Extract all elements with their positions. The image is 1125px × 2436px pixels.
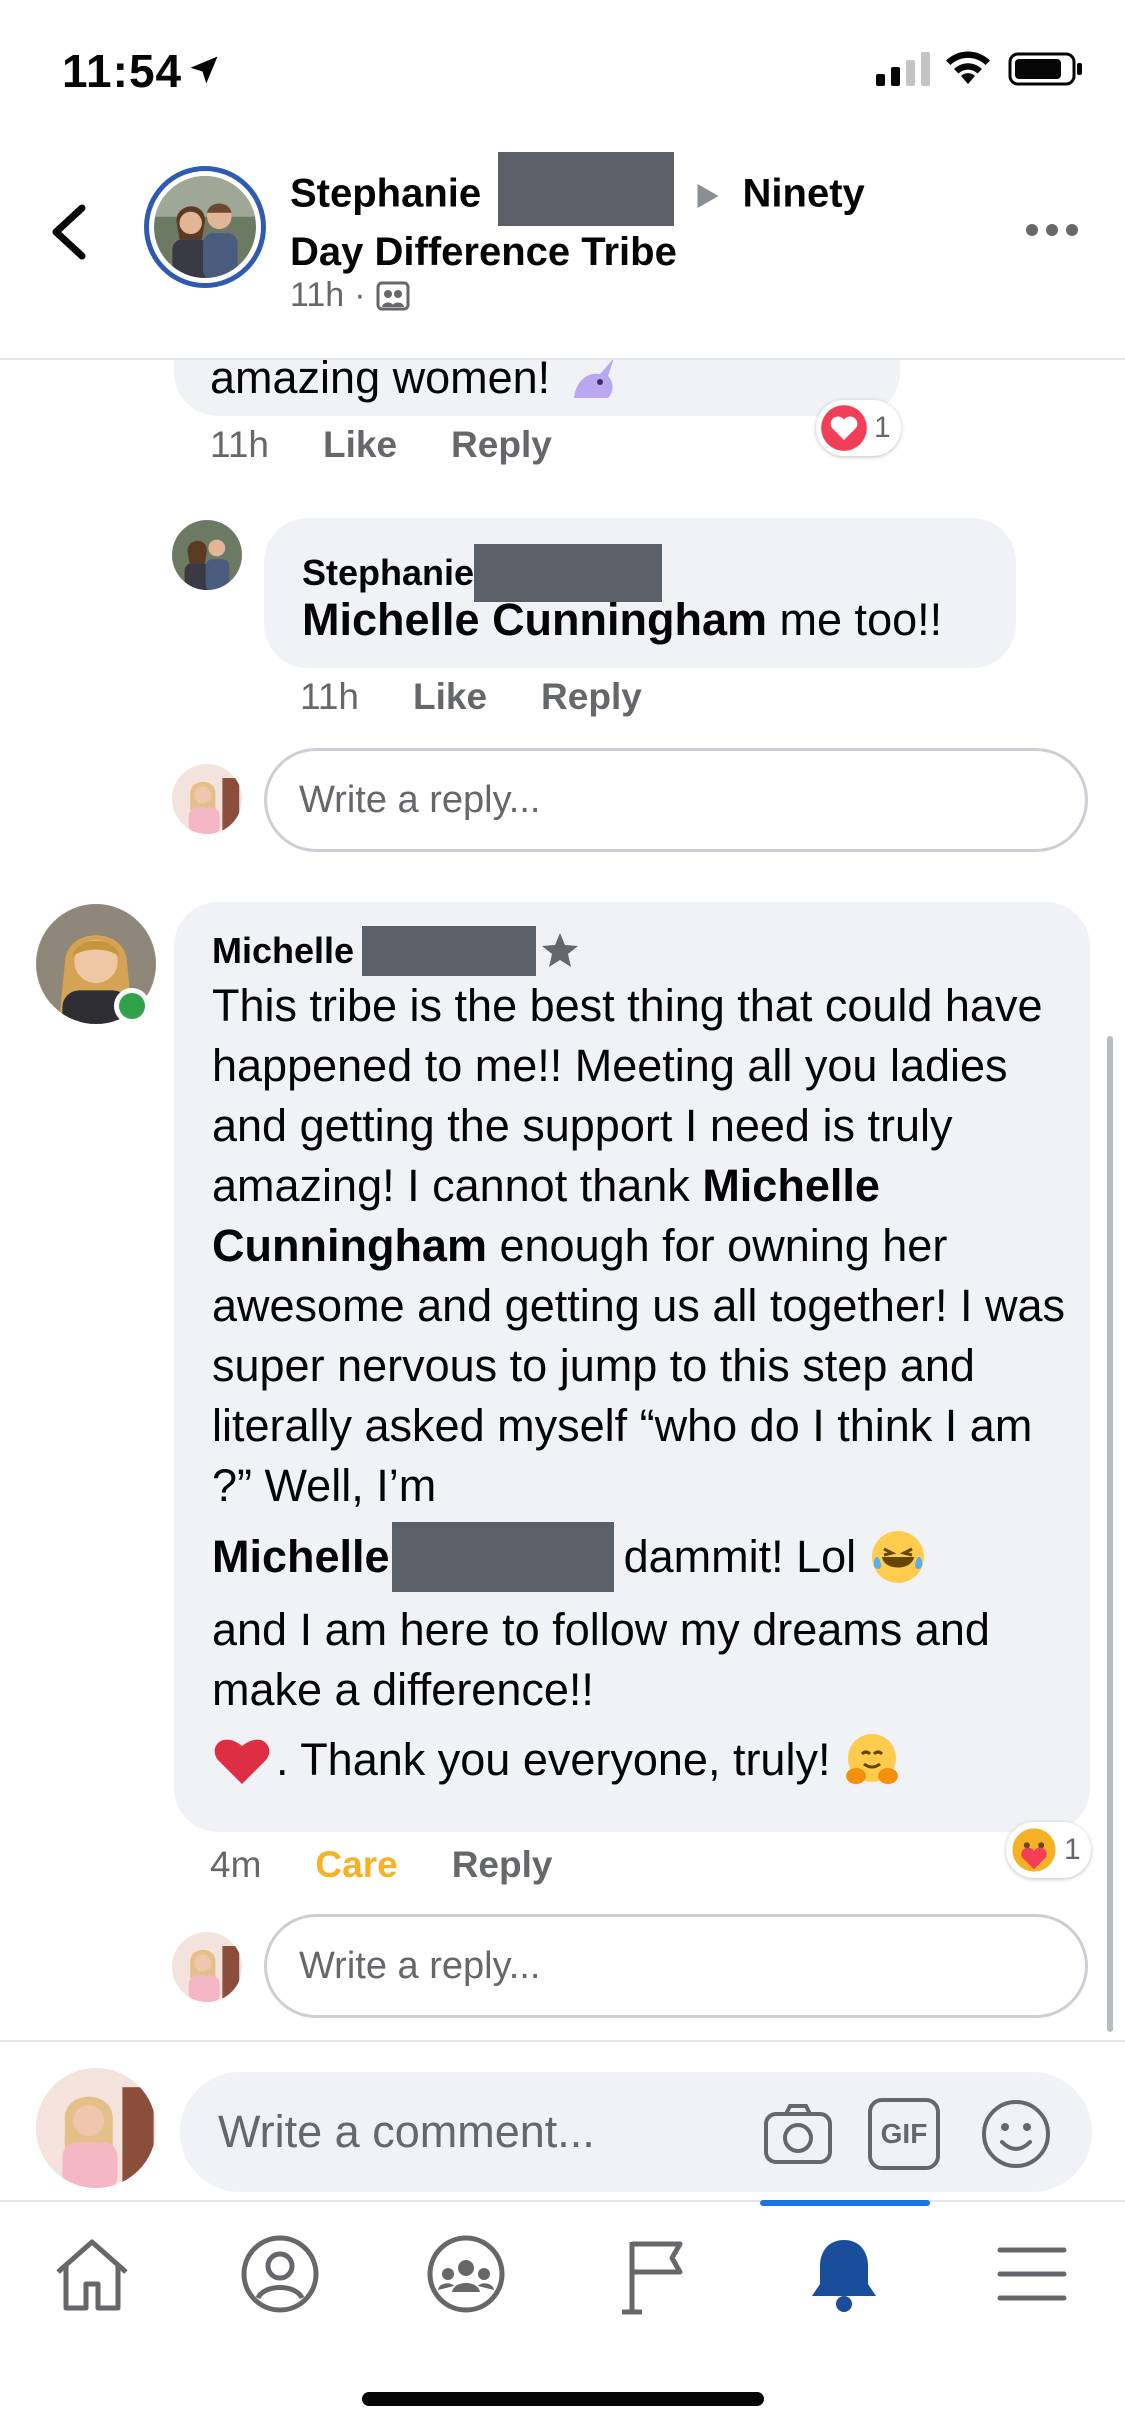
home-icon[interactable]: [50, 2232, 134, 2316]
reply-button[interactable]: Reply: [452, 1844, 553, 1886]
badge-star-icon: [542, 933, 579, 967]
laughing-emoji-icon: [872, 1531, 925, 1583]
groups-icon[interactable]: [424, 2232, 508, 2316]
like-button[interactable]: Like: [323, 424, 397, 466]
reaction-count[interactable]: 1: [1006, 1822, 1091, 1878]
reply-time[interactable]: 11h: [300, 676, 359, 718]
location-arrow-icon: [190, 56, 218, 84]
comment-actions: 11h Like Reply: [210, 424, 552, 466]
online-status-dot: [114, 988, 150, 1024]
comment-author[interactable]: Michelle: [212, 926, 580, 976]
comment-line-self: Michelle dammit! Lol: [212, 1522, 1074, 1592]
comment-bubble: Michelle This tribe is the best thing th…: [174, 902, 1090, 1832]
wifi-icon: [946, 51, 990, 84]
signal-icon: [876, 52, 930, 86]
my-avatar: [172, 1932, 242, 2002]
pages-flag-icon[interactable]: [614, 2232, 698, 2316]
my-avatar: [172, 764, 242, 834]
comment-actions: 4m Care Reply: [210, 1844, 552, 1886]
scrollbar[interactable]: [1107, 1036, 1113, 2032]
avatar[interactable]: [36, 904, 156, 1039]
care-button[interactable]: Care: [315, 1844, 397, 1886]
reaction-count-value: 1: [1064, 1833, 1081, 1866]
mention-link[interactable]: Michelle Cunningham: [302, 594, 767, 645]
clock-time: 11:54: [62, 45, 183, 97]
post-meta: 11h ·: [290, 276, 410, 315]
reaction-count[interactable]: 1: [816, 400, 901, 456]
red-heart-emoji-icon: [214, 1739, 270, 1784]
more-icon[interactable]: [1024, 218, 1080, 242]
active-tab-indicator: [760, 2200, 930, 2206]
group-name-part1[interactable]: Ninety: [743, 172, 865, 216]
comment-text-e: . Thank you everyone, truly!: [276, 1734, 831, 1785]
care-reaction-icon: [1012, 1828, 1056, 1872]
reaction-count-value: 1: [874, 411, 891, 444]
meta-separator: ·: [354, 276, 366, 314]
like-button[interactable]: Like: [413, 676, 487, 718]
hugging-face-emoji-icon: [846, 1734, 899, 1784]
reply-button[interactable]: Reply: [451, 424, 552, 466]
group-icon: [376, 281, 410, 310]
gif-label: GIF: [880, 2118, 928, 2149]
back-chevron-icon[interactable]: [48, 202, 92, 262]
reply-text: Michelle Cunningham me too!!: [302, 594, 942, 646]
group-name-part2[interactable]: Day Difference Tribe: [290, 230, 677, 274]
comment-author-name: Michelle: [212, 930, 355, 971]
camera-icon[interactable]: [762, 2098, 834, 2170]
comment-input-placeholder: Write a comment...: [218, 2106, 595, 2157]
author-name[interactable]: Stephanie: [290, 172, 481, 216]
emoji-icon[interactable]: [980, 2098, 1052, 2170]
reply-input-placeholder: Write a reply...: [299, 1944, 541, 1987]
love-reaction-icon: [821, 405, 867, 451]
notifications-bell-icon[interactable]: [802, 2232, 886, 2316]
comment-composer: Write a comment... GIF: [0, 2040, 1125, 2200]
arrow-right-icon: [697, 184, 719, 208]
reply-input[interactable]: Write a reply...: [264, 1914, 1088, 2018]
reply-button[interactable]: Reply: [541, 676, 642, 718]
comment-text-a: This tribe is the best thing that could …: [212, 980, 1043, 1211]
avatar[interactable]: [172, 520, 242, 590]
reply-body: me too!!: [779, 594, 943, 645]
gif-icon[interactable]: GIF: [868, 2098, 940, 2170]
comment-text-c: dammit! Lol: [623, 1531, 857, 1582]
comment-text: This tribe is the best thing that could …: [212, 976, 1074, 1790]
redacted-surname: [391, 1522, 614, 1592]
status-bar: 11:54: [0, 0, 1125, 132]
comment-time[interactable]: 4m: [210, 1844, 261, 1886]
comment-input[interactable]: Write a comment... GIF: [180, 2072, 1092, 2192]
reply-author-name: Stephanie: [302, 552, 475, 593]
profile-icon[interactable]: [238, 2232, 322, 2316]
post-title: Stephanie Ninety Day Difference Tribe: [290, 152, 910, 278]
comment-text-d: and I am here to follow my dreams and ma…: [212, 1604, 990, 1715]
comment-line-heart: . Thank you everyone, truly!: [212, 1730, 1074, 1790]
post-time[interactable]: 11h: [290, 276, 344, 315]
redacted-surname: [362, 926, 537, 976]
redacted-surname: [498, 152, 675, 226]
my-avatar: [36, 2068, 156, 2188]
menu-icon[interactable]: [990, 2232, 1074, 2316]
post-header: Stephanie Ninety Day Difference Tribe 11…: [0, 132, 1125, 360]
self-name: Michelle: [212, 1531, 390, 1582]
battery-icon: [1008, 52, 1082, 86]
author-avatar[interactable]: [144, 166, 266, 288]
home-indicator: [362, 2392, 764, 2406]
reply-actions: 11h Like Reply: [300, 676, 642, 718]
reply-input-placeholder: Write a reply...: [299, 778, 541, 821]
comment-time[interactable]: 11h: [210, 424, 269, 466]
reply-bubble: Stephanie Michelle Cunningham me too!!: [264, 518, 1016, 668]
reply-input[interactable]: Write a reply...: [264, 748, 1088, 852]
